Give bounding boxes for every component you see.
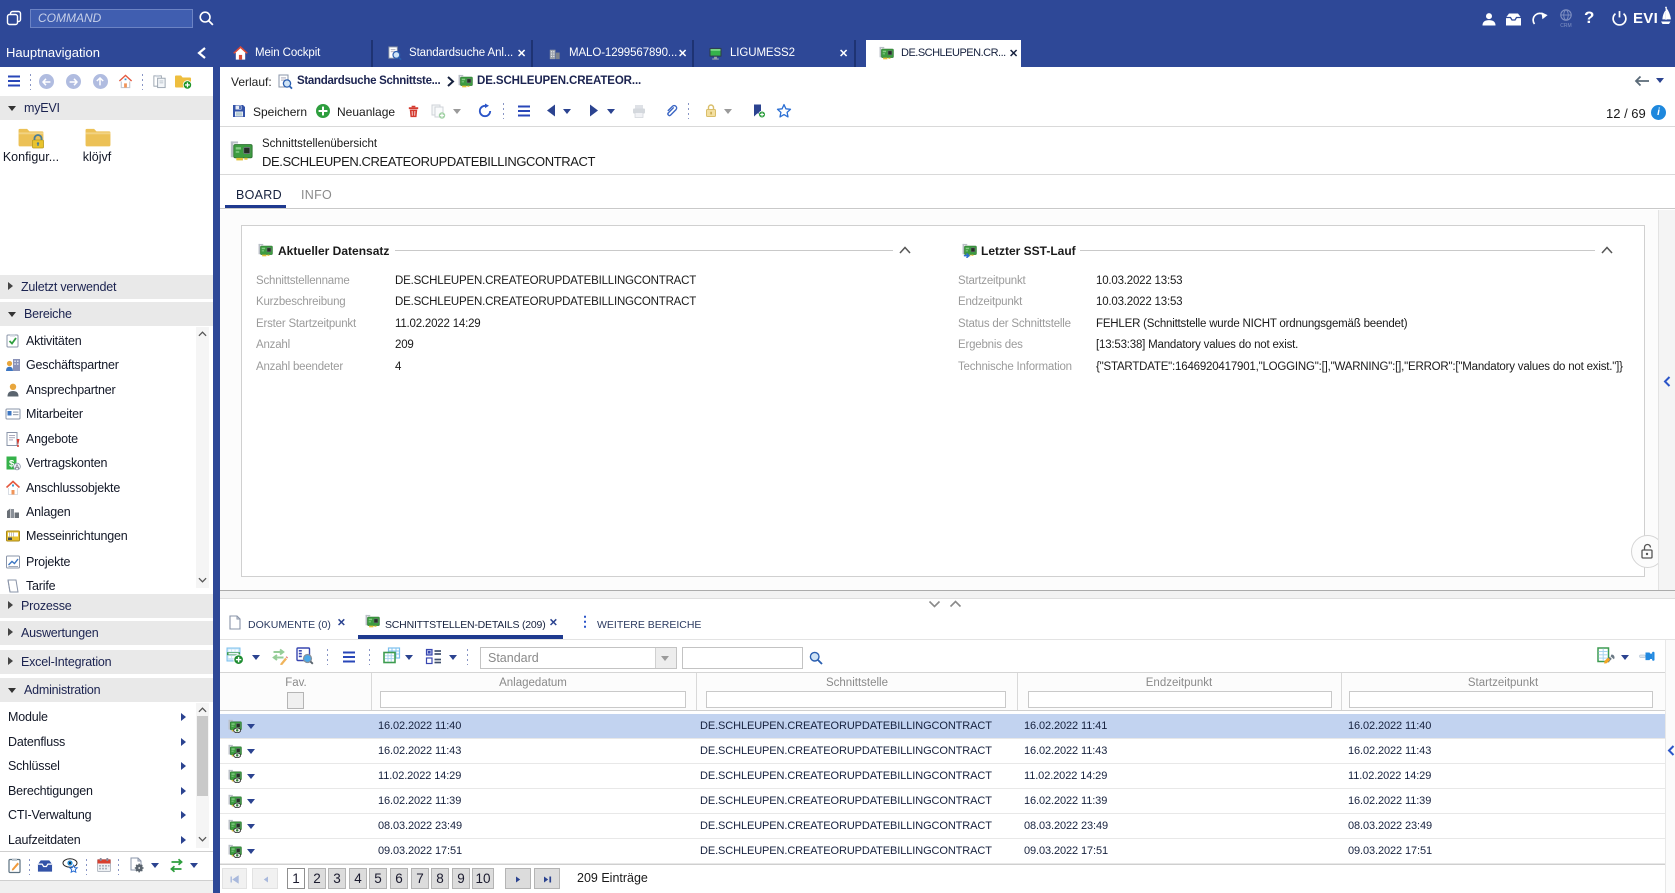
- svg-text:CRM: CRM: [1560, 23, 1571, 29]
